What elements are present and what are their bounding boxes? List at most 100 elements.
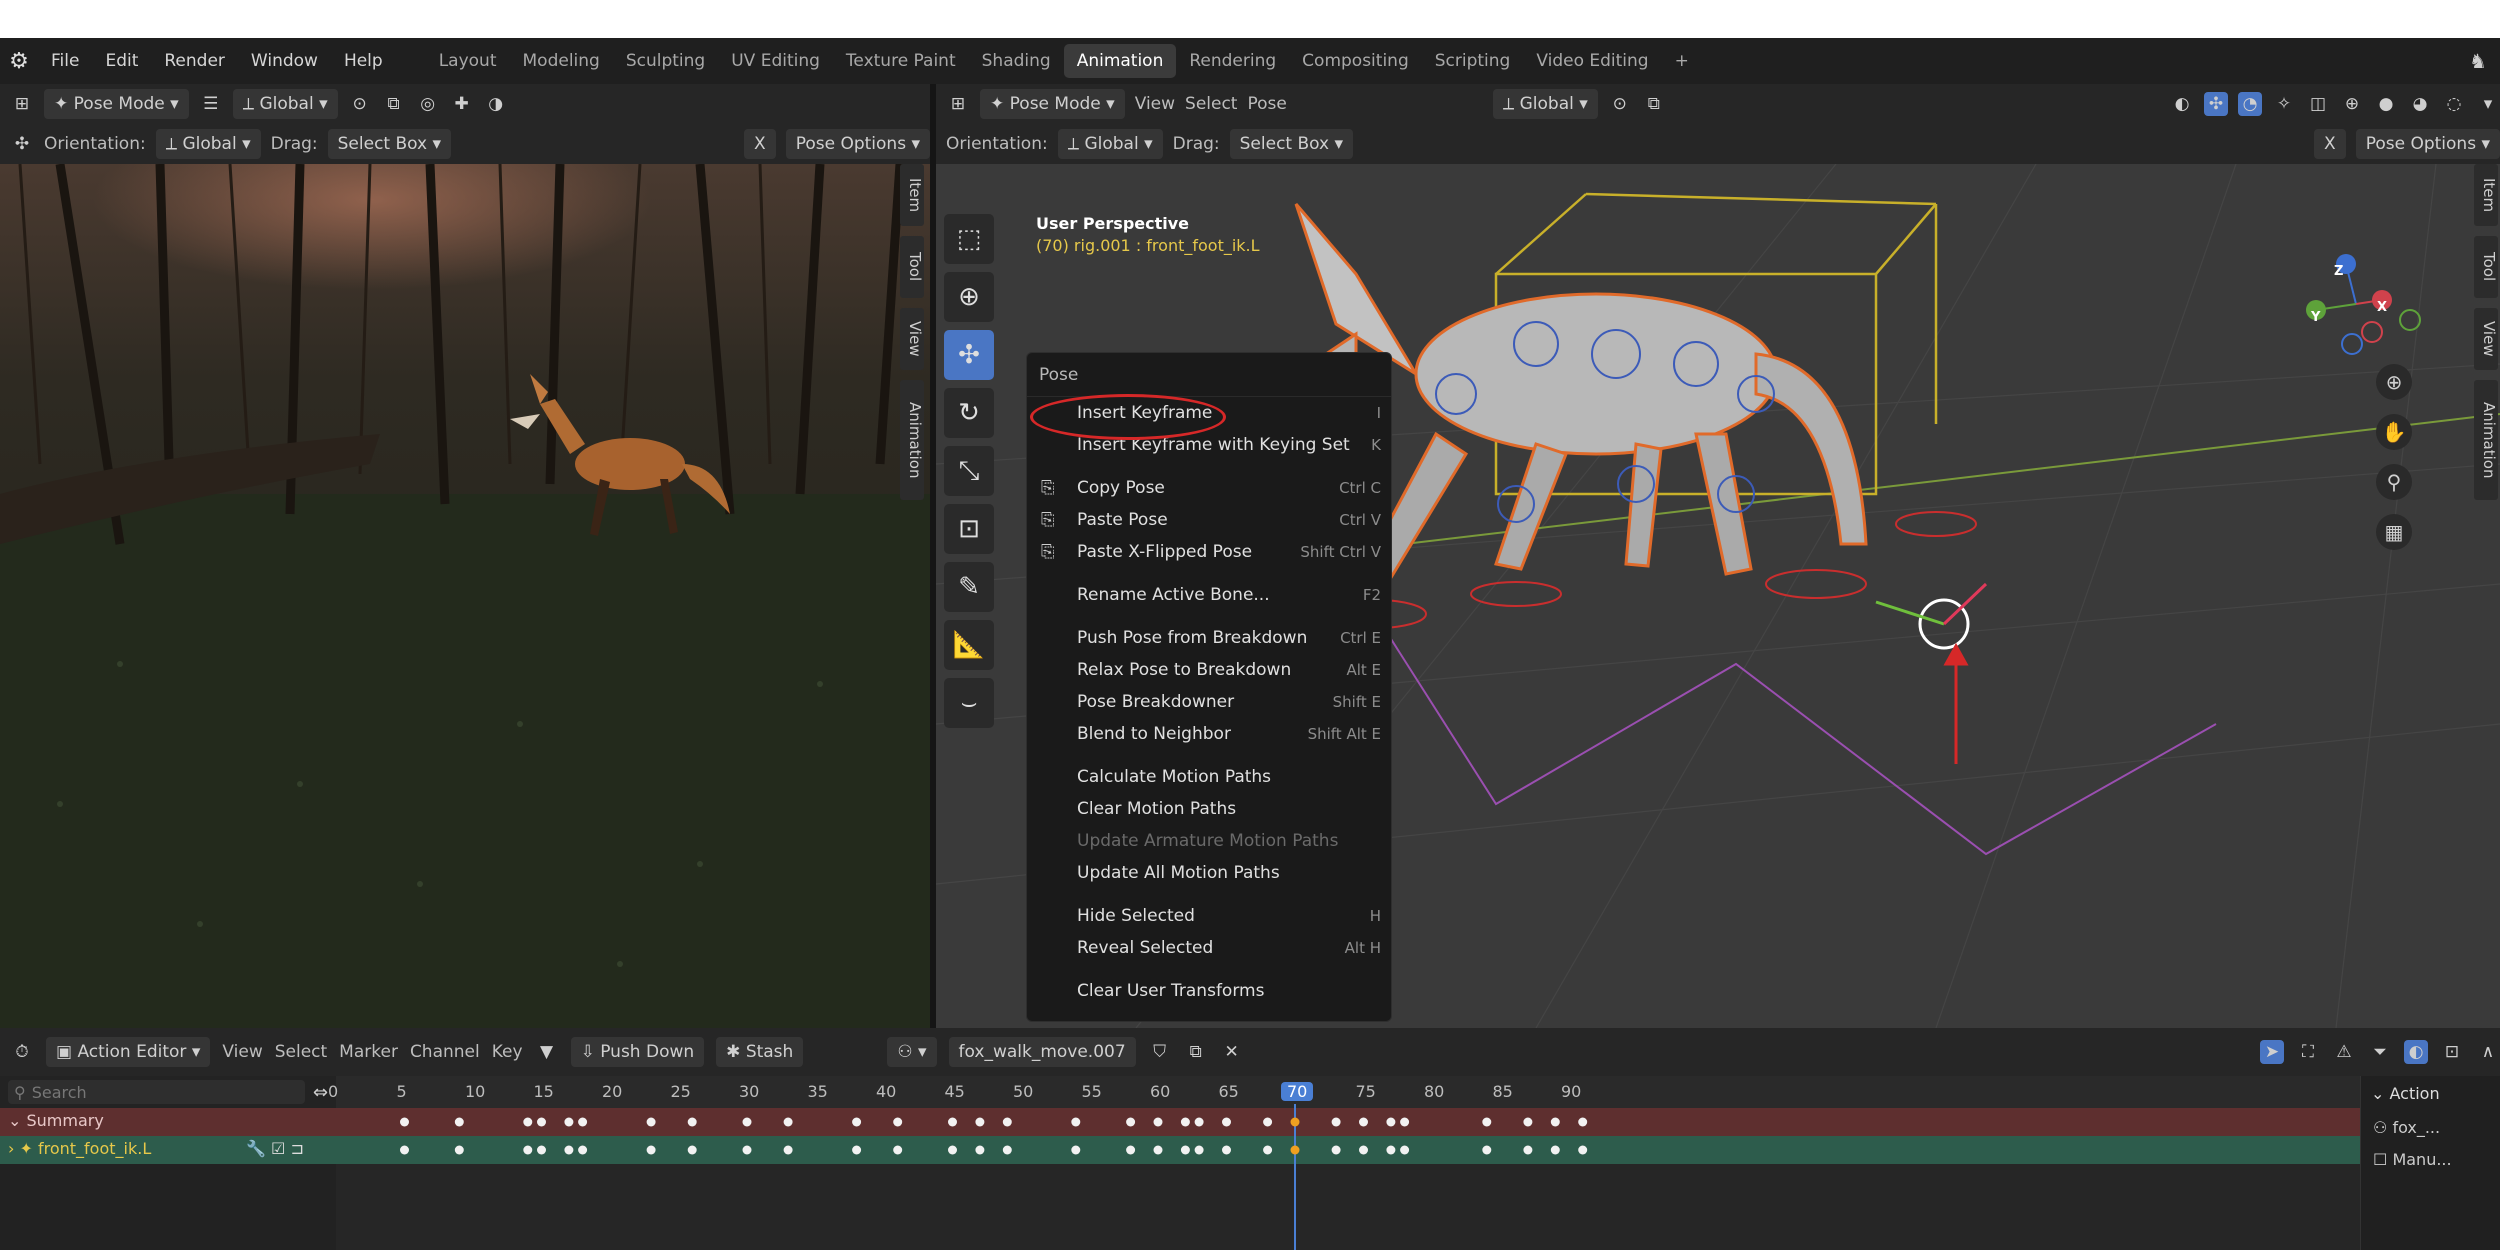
only-selected-icon[interactable]: ➤ bbox=[2260, 1040, 2284, 1064]
menu-item-paste-pose[interactable]: ⎘ Paste Pose Ctrl V bbox=[1027, 504, 1391, 536]
camera-view-icon[interactable]: ⚲ bbox=[2376, 464, 2412, 500]
channel-search-field[interactable]: ⚲ Search bbox=[8, 1080, 305, 1104]
menu-render[interactable]: Render bbox=[151, 38, 238, 84]
shading-options-icon[interactable]: ▾ bbox=[2476, 92, 2500, 116]
relax-tool-icon[interactable]: ⌣ bbox=[944, 678, 994, 728]
workspace-tab-rendering[interactable]: Rendering bbox=[1176, 44, 1289, 78]
channel-toggle-icons[interactable]: 🔧 ☑ ⊐ bbox=[246, 1139, 304, 1158]
cursor-tool-icon[interactable]: ⊕ bbox=[944, 272, 994, 322]
right-tab-view[interactable]: View bbox=[2474, 308, 2498, 370]
gizmo-toggle-icon[interactable]: ✣ bbox=[2204, 92, 2228, 116]
move-tool-icon[interactable]: ✣ bbox=[944, 330, 994, 380]
menu-item-relax-pose-to-breakdown[interactable]: Relax Pose to Breakdown Alt E bbox=[1027, 654, 1391, 686]
proportional-edit-icon[interactable]: ◐ bbox=[2404, 1040, 2428, 1064]
workspace-tab-shading[interactable]: Shading bbox=[969, 44, 1064, 78]
pan-hand-icon[interactable]: ✋ bbox=[2376, 414, 2412, 450]
editor-type-icon[interactable]: ⊞ bbox=[10, 92, 34, 116]
right-tab-animation[interactable]: Animation bbox=[2474, 380, 2498, 500]
only-errors-icon[interactable]: ⚠ bbox=[2332, 1040, 2356, 1064]
menu-item-hide-selected[interactable]: Hide Selected H bbox=[1027, 900, 1391, 932]
unlink-action-icon[interactable]: ✕ bbox=[1220, 1040, 1244, 1064]
menu-channel[interactable]: Channel bbox=[410, 1042, 480, 1062]
menu-file[interactable]: File bbox=[38, 38, 92, 84]
mirror-x-button[interactable]: X bbox=[744, 129, 776, 159]
editor-mode-dropdown[interactable]: ▣ Action Editor ▾ bbox=[46, 1037, 211, 1067]
workspace-tab-scripting[interactable]: Scripting bbox=[1422, 44, 1524, 78]
summary-channel-row[interactable]: ⌄ Summary bbox=[0, 1108, 2360, 1136]
workspace-tab-sculpting[interactable]: Sculpting bbox=[613, 44, 718, 78]
mode-dropdown[interactable]: ✦ Pose Mode ▾ bbox=[44, 89, 189, 119]
dopesheet-area[interactable]: ⚲ Search ⇔ 0 5 10 15 20 25 30 35 40 45 50 55 60 65 70 7… bbox=[0, 1076, 2360, 1250]
keyframe-type-icon[interactable]: ▼ bbox=[535, 1040, 559, 1064]
menu-edit[interactable]: Edit bbox=[92, 38, 151, 84]
menu-key[interactable]: Key bbox=[492, 1042, 523, 1062]
menu-item-paste-x-flipped-pose[interactable]: ⎘ Paste X-Flipped Pose Shift Ctrl V bbox=[1027, 536, 1391, 568]
push-down-button[interactable]: ⇩ Push Down bbox=[570, 1037, 705, 1067]
ortho-toggle-icon[interactable]: ▦ bbox=[2376, 514, 2412, 550]
pivot-icon[interactable]: ⊙ bbox=[1608, 92, 1632, 116]
proportional-icon[interactable]: ◎ bbox=[416, 92, 440, 116]
menu-item-calculate-motion-paths[interactable]: Calculate Motion Paths bbox=[1027, 761, 1391, 793]
pose-options-dropdown[interactable]: Pose Options ▾ bbox=[785, 129, 930, 159]
orientation-dropdown[interactable]: ⟂ Global ▾ bbox=[155, 129, 261, 159]
blender-logo-icon[interactable]: ⚙ bbox=[0, 49, 38, 74]
menu-item-rename-active-bone[interactable]: Rename Active Bone... F2 bbox=[1027, 579, 1391, 611]
drag-dropdown[interactable]: Select Box ▾ bbox=[327, 129, 452, 159]
transform-orientation-dropdown[interactable]: ⟂ Global ▾ bbox=[1492, 89, 1598, 119]
orientation-dropdown[interactable]: ⟂ Global ▾ bbox=[1057, 129, 1163, 159]
hamburger-icon[interactable]: ☰ bbox=[199, 92, 223, 116]
menu-item-push-pose-from-breakdown[interactable]: Push Pose from Breakdown Ctrl E bbox=[1027, 622, 1391, 654]
menu-item-update-all-motion-paths[interactable]: Update All Motion Paths bbox=[1027, 857, 1391, 889]
navigation-gizmo[interactable] bbox=[2306, 254, 2421, 355]
workspace-tab-compositing[interactable]: Compositing bbox=[1289, 44, 1422, 78]
transform-tool-icon[interactable]: ⊡ bbox=[944, 504, 994, 554]
menu-pose[interactable]: Pose bbox=[1247, 94, 1286, 114]
overlay-icon[interactable]: ◑ bbox=[484, 92, 508, 116]
menu-view[interactable]: View bbox=[222, 1042, 262, 1062]
swap-icon[interactable]: ⇔ bbox=[313, 1082, 328, 1103]
left-tab-view[interactable]: View bbox=[900, 308, 924, 370]
menu-view[interactable]: View bbox=[1135, 94, 1175, 114]
duplicate-action-icon[interactable]: ⧉ bbox=[1184, 1040, 1208, 1064]
workspace-tab-texture-paint[interactable]: Texture Paint bbox=[833, 44, 969, 78]
workspace-tab-layout[interactable]: Layout bbox=[426, 44, 510, 78]
menu-window[interactable]: Window bbox=[238, 38, 331, 84]
annotate-tool-icon[interactable]: ✎ bbox=[944, 562, 994, 612]
measure-tool-icon[interactable]: 📐 bbox=[944, 620, 994, 670]
bone-display-icon[interactable]: ✧ bbox=[2272, 92, 2296, 116]
action-browse-dropdown[interactable]: ⚇ ▾ bbox=[887, 1037, 937, 1067]
menu-marker[interactable]: Marker bbox=[339, 1042, 398, 1062]
left-tab-tool[interactable]: Tool bbox=[900, 236, 924, 298]
fake-user-icon[interactable]: ⛉ bbox=[1148, 1040, 1172, 1064]
right-tab-item[interactable]: Item bbox=[2474, 164, 2498, 226]
zoom-icon[interactable]: ⊕ bbox=[2376, 364, 2412, 400]
select-box-tool-icon[interactable]: ⬚ bbox=[944, 214, 994, 264]
right-tab-tool[interactable]: Tool bbox=[2474, 236, 2498, 298]
transform-orientation-dropdown[interactable]: ⟂ Global ▾ bbox=[232, 89, 338, 119]
menu-item-pose-breakdowner[interactable]: Pose Breakdowner Shift E bbox=[1027, 686, 1391, 718]
drag-dropdown[interactable]: Select Box ▾ bbox=[1229, 129, 1354, 159]
pose-options-dropdown[interactable]: Pose Options ▾ bbox=[2355, 129, 2500, 159]
menu-item-clear-motion-paths[interactable]: Clear Motion Paths bbox=[1027, 793, 1391, 825]
workspace-tab-video-editing[interactable]: Video Editing bbox=[1523, 44, 1661, 78]
pivot-icon[interactable]: ⊙ bbox=[348, 92, 372, 116]
action-name-field[interactable]: fox_walk_move.007 bbox=[948, 1037, 1136, 1067]
camera-viewport[interactable]: Item Tool View Animation bbox=[0, 164, 930, 1028]
manual-frame-range-checkbox[interactable]: ☐ Manu... bbox=[2361, 1144, 2500, 1176]
shading-wireframe-icon[interactable]: ⊕ bbox=[2340, 92, 2364, 116]
frame-ruler[interactable]: 0 5 10 15 20 25 30 35 40 45 50 55 60 65 70 75 80 85 90 bbox=[328, 1076, 2360, 1108]
add-workspace-button[interactable]: + bbox=[1662, 44, 1702, 78]
rotate-tool-icon[interactable]: ↻ bbox=[944, 388, 994, 438]
menu-item-reveal-selected[interactable]: Reveal Selected Alt H bbox=[1027, 932, 1391, 964]
mirror-x-button[interactable]: X bbox=[2314, 129, 2346, 159]
menu-select[interactable]: Select bbox=[275, 1042, 327, 1062]
xray-icon[interactable]: ◫ bbox=[2306, 92, 2330, 116]
shading-material-icon[interactable]: ◕ bbox=[2408, 92, 2432, 116]
menu-item-blend-to-neighbor[interactable]: Blend to Neighbor Shift Alt E bbox=[1027, 718, 1391, 750]
mode-dropdown[interactable]: ✦ Pose Mode ▾ bbox=[980, 89, 1125, 119]
interpolation-icon[interactable]: ∧ bbox=[2476, 1040, 2500, 1064]
scale-tool-icon[interactable]: ⤡ bbox=[944, 446, 994, 496]
shading-solid-icon[interactable]: ● bbox=[2374, 92, 2398, 116]
filter-icon[interactable]: ⏷ bbox=[2368, 1040, 2392, 1064]
workspace-tab-animation[interactable]: Animation bbox=[1063, 44, 1177, 78]
